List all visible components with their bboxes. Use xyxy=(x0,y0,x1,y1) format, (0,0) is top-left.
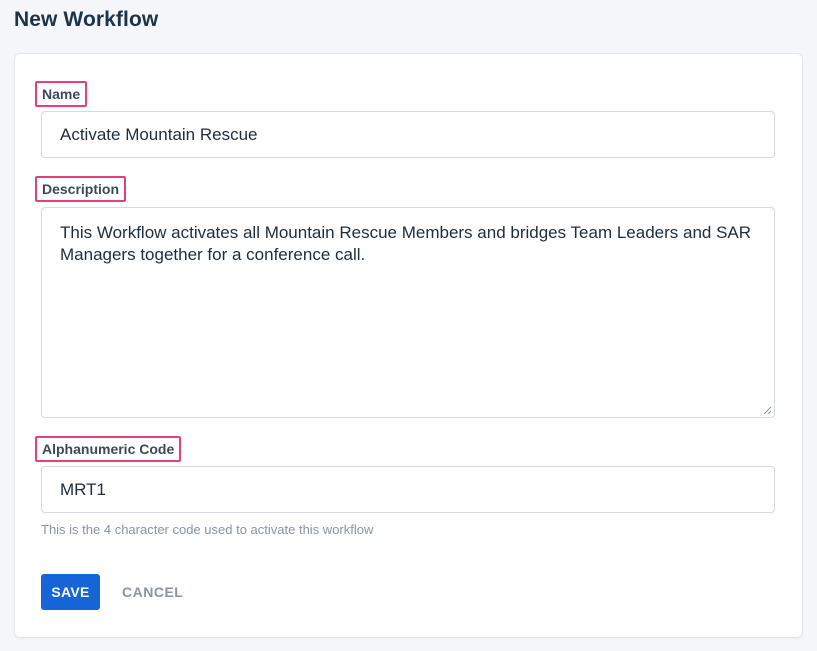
description-text: This Workflow activates all Mountain Res… xyxy=(60,223,752,264)
name-input[interactable]: Activate Mountain Rescue xyxy=(41,111,775,158)
description-label: Description xyxy=(35,176,127,202)
save-button[interactable]: SAVE xyxy=(41,574,100,610)
code-input[interactable]: MRT1 xyxy=(41,466,775,513)
code-label: Alphanumeric Code xyxy=(35,436,182,462)
code-helper-text: This is the 4 character code used to act… xyxy=(41,522,374,537)
resize-handle-icon[interactable] xyxy=(763,406,772,415)
name-label: Name xyxy=(35,81,88,107)
description-textarea[interactable]: This Workflow activates all Mountain Res… xyxy=(41,207,775,418)
page-title: New Workflow xyxy=(14,8,159,31)
cancel-button[interactable]: CANCEL xyxy=(112,574,193,610)
